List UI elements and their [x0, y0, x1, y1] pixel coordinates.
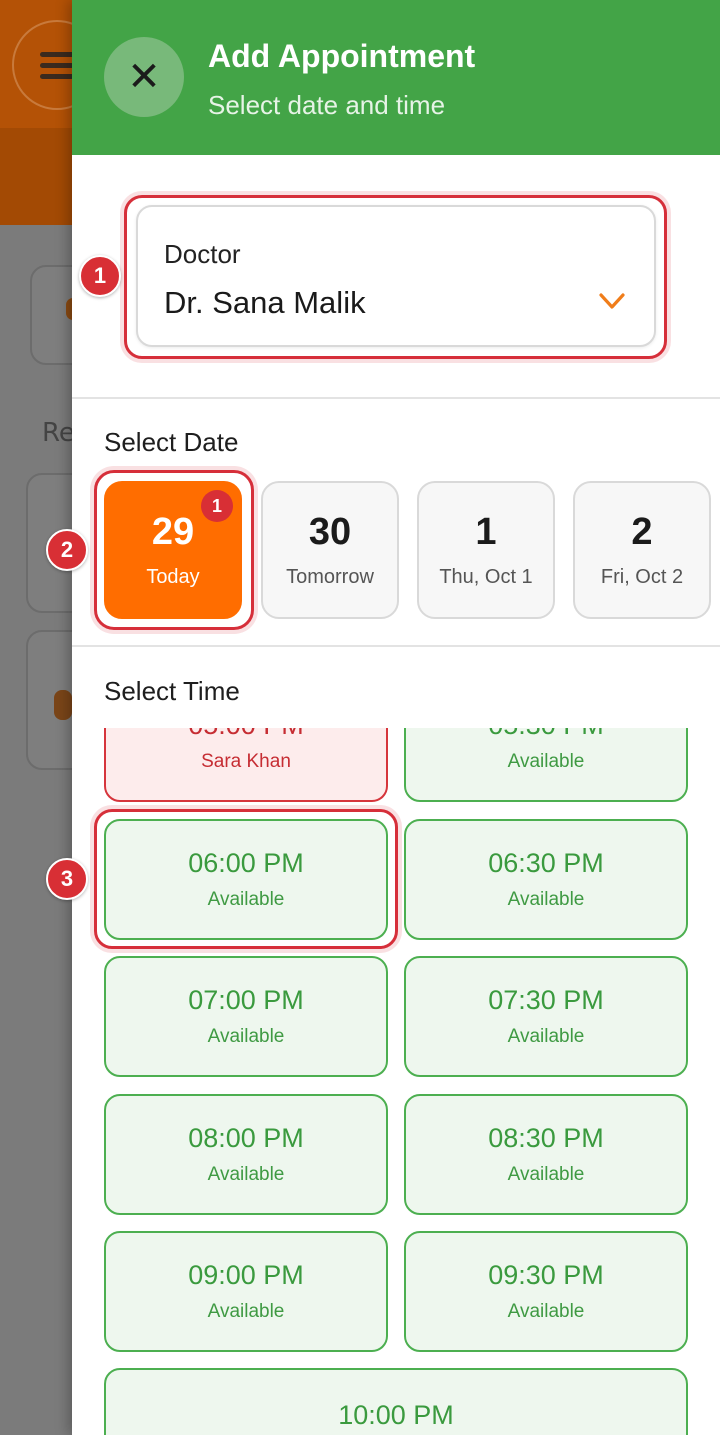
drawer-title: Add Appointment: [208, 38, 476, 74]
date-label: Thu, Oct 1: [439, 566, 533, 588]
time-slot[interactable]: 10:00 PM: [104, 1368, 688, 1435]
slot-time: 05:30 PM: [488, 728, 604, 741]
close-icon: ✕: [127, 54, 161, 100]
step-badge-2: 2: [46, 529, 88, 571]
menu-icon: [40, 49, 74, 82]
date-chip-oct-2[interactable]: 2 Fri, Oct 2: [573, 481, 711, 619]
slot-time: 09:30 PM: [488, 1260, 604, 1290]
date-day: 2: [631, 511, 653, 553]
background-section-text: Re: [42, 418, 75, 448]
doctor-label: Doctor: [164, 239, 241, 269]
date-day: 1: [475, 511, 497, 553]
slot-time: 10:00 PM: [338, 1400, 454, 1430]
time-slot[interactable]: 09:00 PM Available: [104, 1231, 388, 1352]
chevron-down-icon: [599, 293, 625, 309]
slot-status: Sara Khan: [201, 751, 291, 772]
slot-time: 08:00 PM: [188, 1123, 304, 1153]
bell-icon: [54, 690, 72, 720]
select-date-title: Select Date: [104, 427, 239, 457]
time-slot[interactable]: 05:30 PM Available: [404, 728, 688, 802]
slot-time: 08:30 PM: [488, 1123, 604, 1153]
divider: [72, 645, 720, 647]
time-slot[interactable]: 08:30 PM Available: [404, 1094, 688, 1215]
slot-status: Available: [207, 1164, 285, 1185]
slot-status: Available: [207, 1026, 285, 1047]
slot-status: Available: [507, 1301, 585, 1322]
time-slot-booked[interactable]: 05:00 PM Sara Khan: [104, 728, 388, 802]
slot-time: 07:30 PM: [488, 985, 604, 1015]
doctor-value: Dr. Sana Malik: [164, 285, 366, 320]
time-slot-highlight: [94, 809, 398, 949]
add-appointment-drawer: ✕ Add Appointment Select date and time D…: [72, 0, 720, 1435]
select-time-title: Select Time: [104, 676, 240, 706]
drawer-header: ✕ Add Appointment Select date and time: [72, 0, 720, 155]
slot-status: Available: [507, 1026, 585, 1047]
slot-time: 05:00 PM: [188, 728, 304, 741]
time-slot[interactable]: 06:30 PM Available: [404, 819, 688, 940]
divider: [72, 397, 720, 399]
close-button[interactable]: ✕: [104, 37, 184, 117]
date-appointment-count-badge: 1: [201, 490, 233, 522]
step-badge-1: 1: [79, 255, 121, 297]
slot-status: Available: [507, 1164, 585, 1185]
time-slot[interactable]: 07:30 PM Available: [404, 956, 688, 1077]
time-slot[interactable]: 09:30 PM Available: [404, 1231, 688, 1352]
slot-status: Available: [507, 751, 585, 772]
date-chip-tomorrow[interactable]: 30 Tomorrow: [261, 481, 399, 619]
slot-time: 06:30 PM: [488, 848, 604, 878]
slot-time: 09:00 PM: [188, 1260, 304, 1290]
step-badge-3: 3: [46, 858, 88, 900]
slot-status: Available: [207, 1301, 285, 1322]
slot-status: Available: [507, 889, 585, 910]
time-slot[interactable]: 07:00 PM Available: [104, 956, 388, 1077]
date-day: 30: [308, 511, 352, 553]
date-chip-oct-1[interactable]: 1 Thu, Oct 1: [417, 481, 555, 619]
date-label: Tomorrow: [286, 566, 374, 588]
time-slot[interactable]: 08:00 PM Available: [104, 1094, 388, 1215]
slot-time: 07:00 PM: [188, 985, 304, 1015]
date-label: Fri, Oct 2: [600, 566, 684, 588]
date-day: 29: [151, 511, 195, 553]
date-label: Today: [146, 566, 200, 588]
doctor-select[interactable]: Doctor Dr. Sana Malik: [136, 205, 656, 347]
drawer-subtitle: Select date and time: [208, 90, 446, 120]
